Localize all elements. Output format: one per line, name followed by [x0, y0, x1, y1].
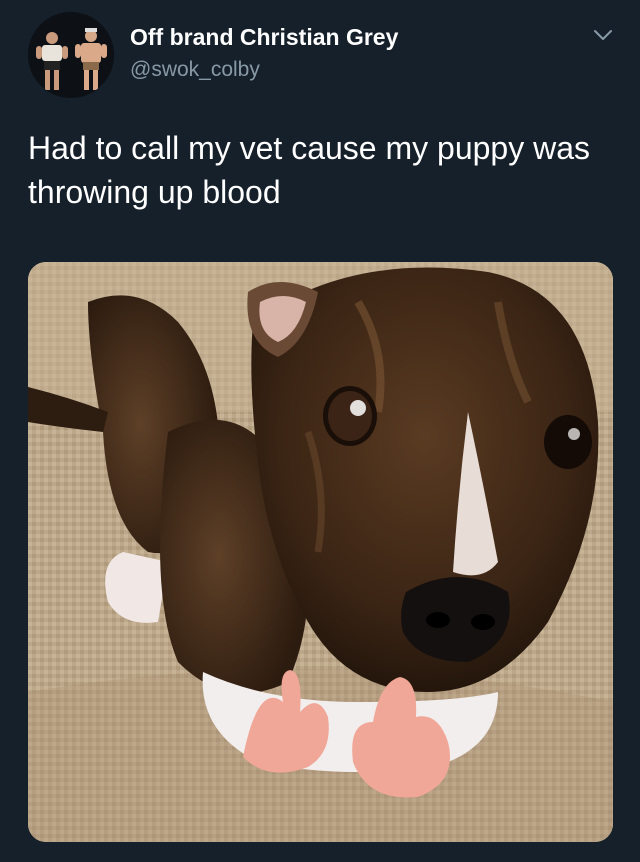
chevron-down-icon[interactable]	[592, 26, 614, 44]
tweet-media[interactable]	[28, 262, 613, 842]
tweet-card: Off brand Christian Grey @swok_colby Had…	[0, 0, 640, 862]
display-name[interactable]: Off brand Christian Grey	[130, 24, 398, 51]
tweet-text: Had to call my vet cause my puppy was th…	[28, 130, 591, 210]
puppy-photo	[28, 262, 613, 842]
user-handle[interactable]: @swok_colby	[130, 58, 260, 82]
avatar[interactable]	[28, 12, 114, 98]
avatar-photo	[28, 12, 114, 98]
